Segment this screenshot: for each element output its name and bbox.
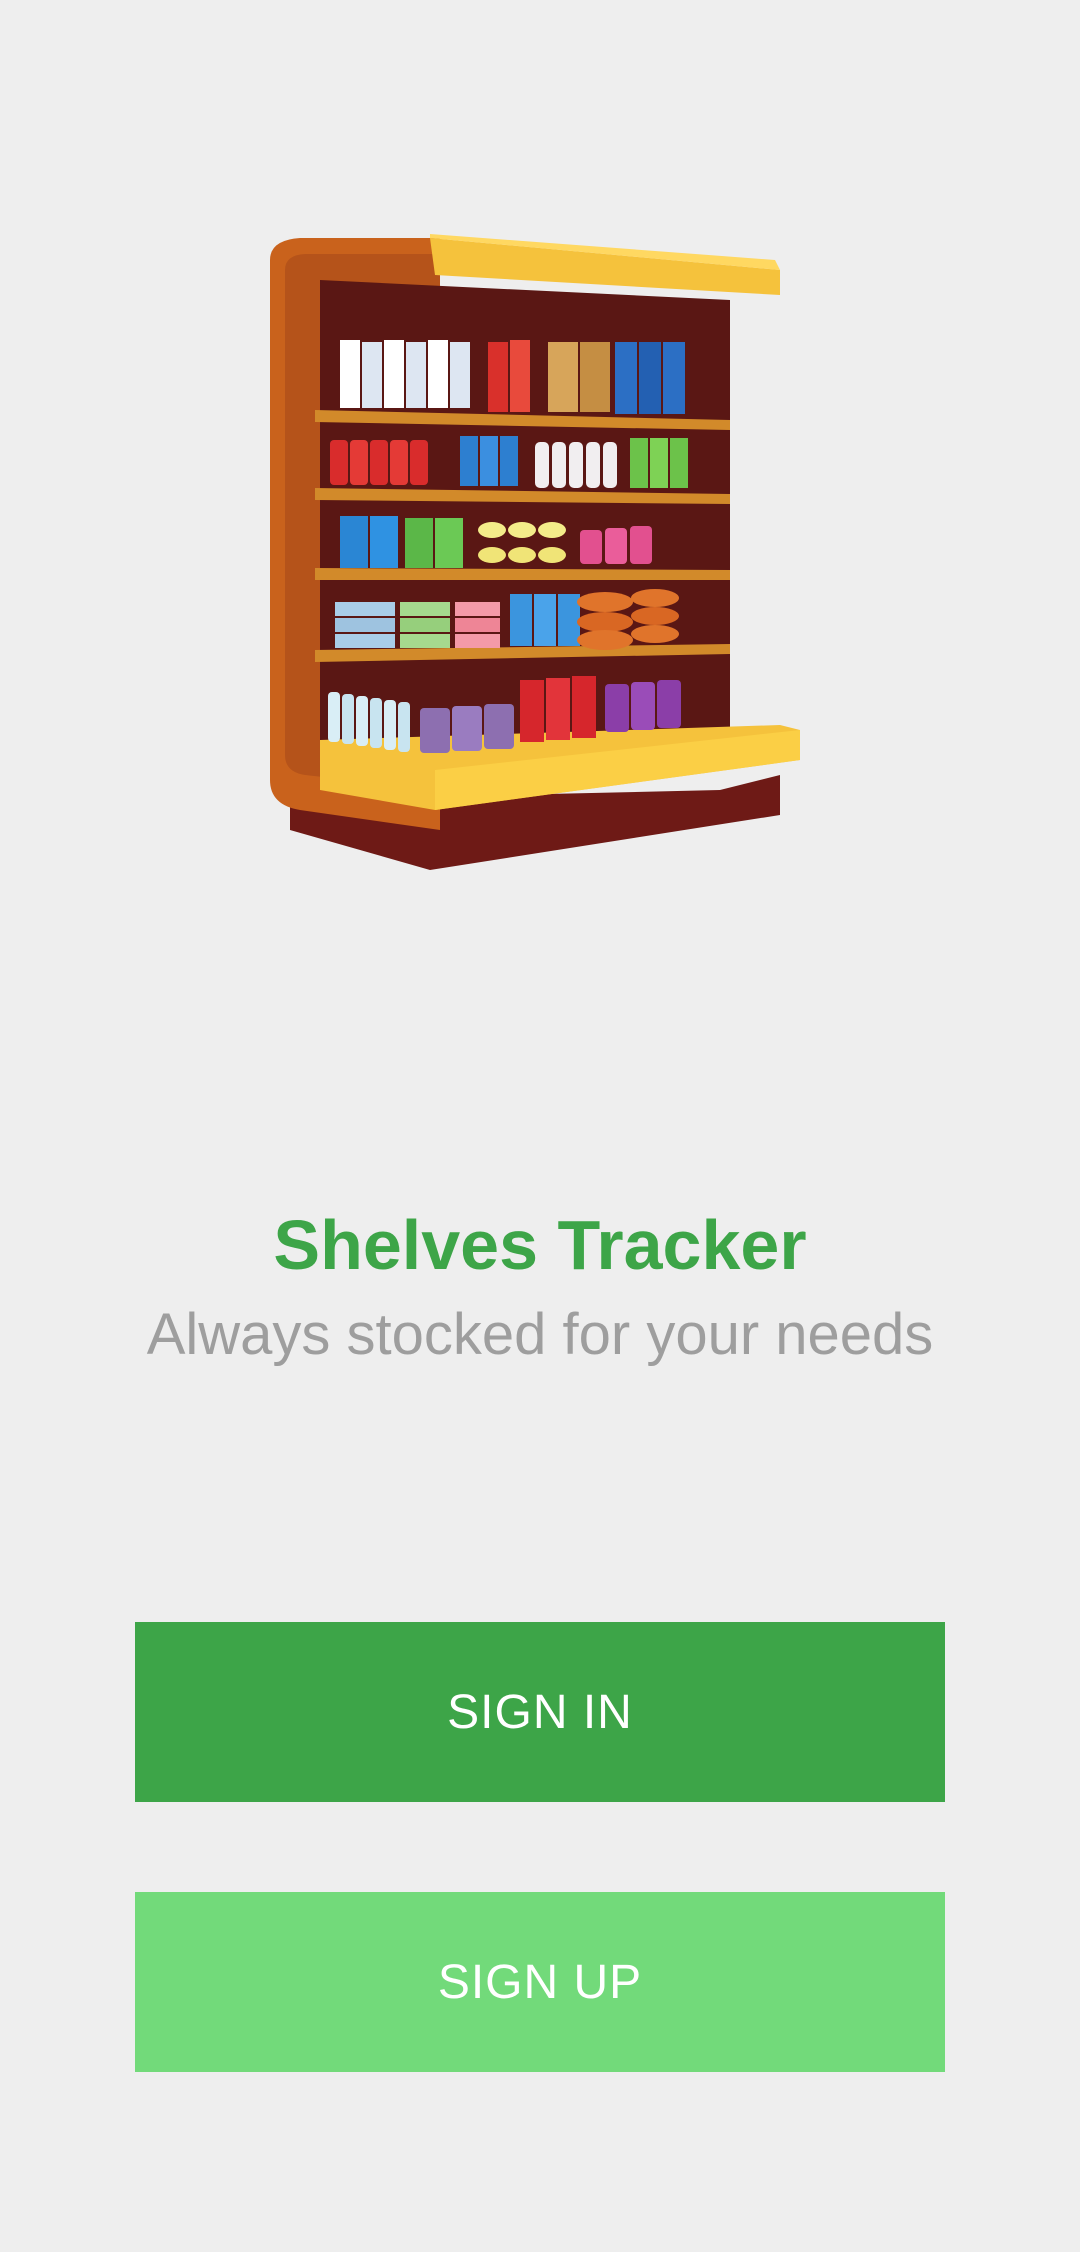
sign-in-button[interactable]: SIGN IN: [135, 1622, 945, 1802]
sign-up-button[interactable]: SIGN UP: [135, 1892, 945, 2072]
app-tagline: Always stocked for your needs: [146, 1302, 934, 1367]
store-shelf-illustration: [260, 230, 820, 880]
app-title: Shelves Tracker: [273, 1206, 807, 1284]
